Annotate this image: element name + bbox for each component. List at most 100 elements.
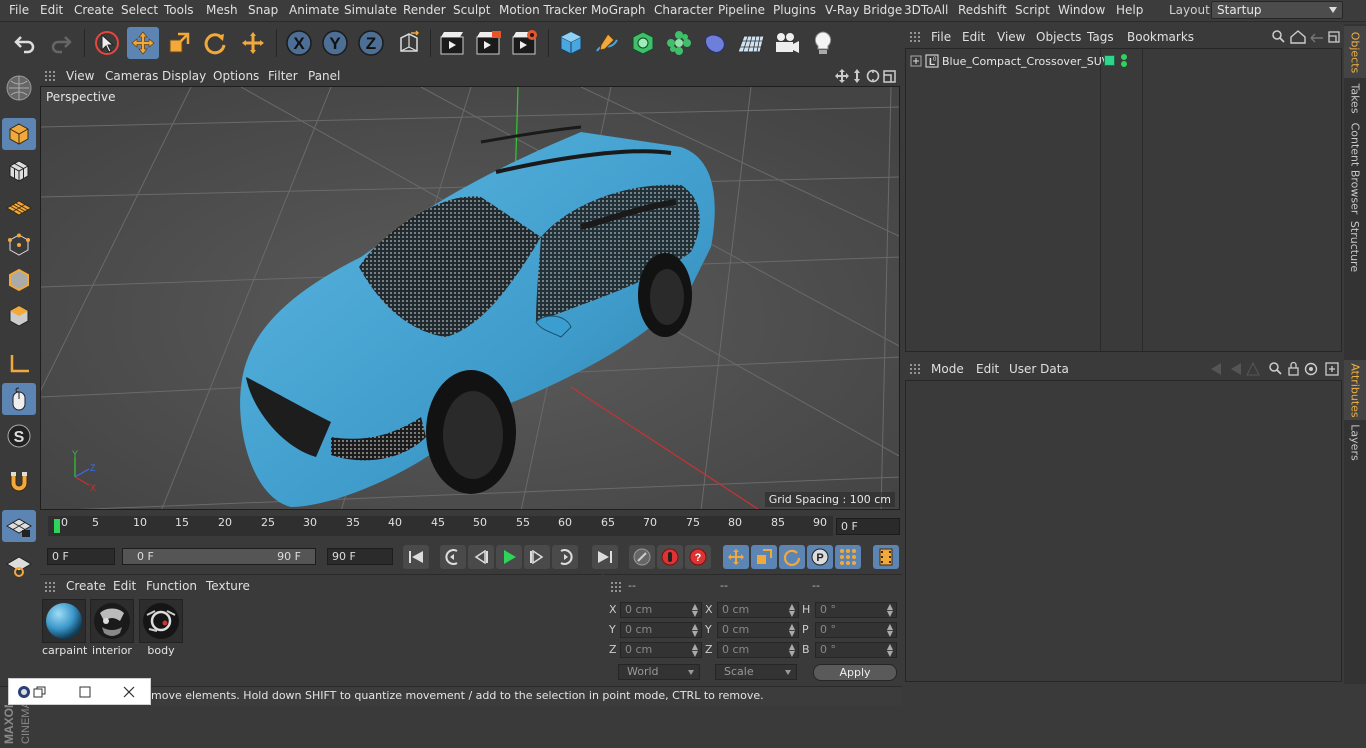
render-to-picture-viewer-button[interactable] [472, 27, 504, 59]
rotate-tool-button[interactable] [199, 27, 231, 59]
position-z-field[interactable]: 0 cm ▲ ▼ [620, 642, 702, 658]
keyframe-selection-button[interactable]: ? [685, 545, 711, 569]
workplane-mode-button[interactable] [2, 192, 36, 224]
attributes-menu-user-data[interactable]: User Data [1009, 362, 1069, 376]
menu-create[interactable]: Create [74, 3, 114, 17]
stepper-icon[interactable]: ▲ ▼ [887, 643, 893, 658]
y-axis-lock-button[interactable]: Y [319, 27, 351, 59]
floor-button[interactable] [735, 27, 767, 59]
expand-icon[interactable] [910, 55, 922, 67]
coordinate-mode-dropdown[interactable]: World [618, 664, 700, 680]
viewport-menu-view[interactable]: View [66, 69, 94, 83]
texture-mode-button[interactable] [2, 155, 36, 187]
menu-character[interactable]: Character [654, 3, 713, 17]
key-rotation-button[interactable] [779, 545, 805, 569]
attributes-menu-edit[interactable]: Edit [976, 362, 999, 376]
stepper-icon[interactable]: ▲ ▼ [692, 623, 698, 638]
record-keys-button[interactable] [629, 545, 655, 569]
menu-select[interactable]: Select [121, 3, 158, 17]
layout-select[interactable]: Startup [1211, 1, 1343, 19]
stepper-icon[interactable]: ▲ ▼ [887, 623, 893, 638]
move-tool-button[interactable] [127, 27, 159, 59]
material-interior[interactable]: interior [90, 599, 134, 657]
menu-vray-bridge[interactable]: V-Ray Bridge [825, 3, 902, 17]
menu-motion-tracker[interactable]: Motion Tracker [499, 3, 587, 17]
render-visibility-dot[interactable] [1121, 61, 1127, 67]
close-icon[interactable] [122, 685, 136, 699]
material-menu-function[interactable]: Function [146, 579, 197, 593]
stepper-icon[interactable]: ▲ ▼ [789, 603, 795, 618]
polygons-mode-button[interactable] [2, 300, 36, 332]
restore-icon[interactable] [33, 686, 47, 698]
material-body[interactable]: body [139, 599, 183, 657]
make-editable-button[interactable] [2, 72, 36, 104]
menu-3dtoall[interactable]: 3DToAll [904, 3, 948, 17]
next-keyframe-button[interactable] [552, 545, 578, 569]
stepper-icon[interactable]: ▲ ▼ [692, 643, 698, 658]
taskbar-window-thumbnail[interactable] [8, 678, 151, 705]
material-menu-texture[interactable]: Texture [206, 579, 250, 593]
objects-menu-view[interactable]: View [997, 30, 1025, 44]
previous-keyframe-button[interactable] [440, 545, 466, 569]
deformer-button[interactable] [699, 27, 731, 59]
maximize-icon[interactable] [78, 685, 92, 699]
material-menu-create[interactable]: Create [66, 579, 106, 593]
menu-animate[interactable]: Animate [289, 3, 339, 17]
size-x-field[interactable]: 0 cm ▲ ▼ [717, 602, 799, 618]
position-y-field[interactable]: 0 cm ▲ ▼ [620, 622, 702, 638]
edges-mode-button[interactable] [2, 264, 36, 296]
workplane-lock-button[interactable] [2, 510, 36, 542]
coordinate-system-button[interactable] [393, 27, 425, 59]
menu-mograph[interactable]: MoGraph [591, 3, 646, 17]
tab-objects[interactable]: Objects [1344, 26, 1366, 78]
visibility-layer-icon[interactable] [1104, 55, 1115, 66]
tab-takes[interactable]: Takes [1344, 80, 1366, 116]
menu-help[interactable]: Help [1116, 3, 1143, 17]
menu-tools[interactable]: Tools [164, 3, 194, 17]
object-manager-tools[interactable] [1271, 29, 1341, 45]
stepper-icon[interactable]: ▲ ▼ [887, 603, 893, 618]
menu-simulate[interactable]: Simulate [344, 3, 397, 17]
attribute-manager-tools[interactable] [1201, 361, 1341, 377]
cube-primitive-button[interactable] [555, 27, 587, 59]
key-parameter-button[interactable]: P [807, 545, 833, 569]
object-row[interactable]: L0 Blue_Compact_Crossover_SUV [908, 53, 1342, 71]
render-settings-button[interactable] [508, 27, 540, 59]
redo-button[interactable] [45, 27, 77, 59]
size-mode-dropdown[interactable]: Scale [715, 664, 797, 680]
rotation-h-field[interactable]: 0 ° ▲ ▼ [815, 602, 897, 618]
tab-structure[interactable]: Structure [1344, 220, 1366, 272]
menu-mesh[interactable]: Mesh [206, 3, 238, 17]
current-frame-field[interactable]: 0 F [836, 518, 900, 535]
rotation-b-field[interactable]: 0 ° ▲ ▼ [815, 642, 897, 658]
go-to-end-button[interactable] [592, 545, 618, 569]
timeline[interactable]: 0 5 10 15 20 25 30 35 40 45 50 55 60 65 … [40, 512, 900, 540]
objects-menu-edit[interactable]: Edit [962, 30, 985, 44]
tweak-mode-button[interactable] [2, 383, 36, 415]
material-menu-edit[interactable]: Edit [113, 579, 136, 593]
rotation-p-field[interactable]: 0 ° ▲ ▼ [815, 622, 897, 638]
magnet-button[interactable] [2, 466, 36, 498]
viewport-menu-filter[interactable]: Filter [268, 69, 298, 83]
render-view-button[interactable] [436, 27, 468, 59]
scale-tool-button[interactable] [163, 27, 195, 59]
previous-frame-button[interactable] [468, 545, 494, 569]
tab-layers[interactable]: Layers [1344, 422, 1366, 462]
viewport-menu-display[interactable]: Display [162, 69, 206, 83]
viewport-menu-options[interactable]: Options [213, 69, 259, 83]
menu-redshift[interactable]: Redshift [958, 3, 1007, 17]
timeline-ruler[interactable]: 0 5 10 15 20 25 30 35 40 45 50 55 60 65 … [48, 516, 833, 536]
points-mode-button[interactable] [2, 229, 36, 261]
object-manager-list[interactable]: L0 Blue_Compact_Crossover_SUV [905, 48, 1342, 352]
viewport-menu-panel[interactable]: Panel [308, 69, 340, 83]
model-mode-button[interactable] [2, 118, 36, 150]
go-to-start-button[interactable] [403, 545, 429, 569]
start-frame-field[interactable]: 0 F [47, 548, 115, 565]
recent-tool-button[interactable] [237, 27, 269, 59]
material-carpaint[interactable]: carpaint [42, 599, 87, 657]
axis-mode-button[interactable] [2, 348, 36, 380]
key-position-button[interactable] [723, 545, 749, 569]
position-x-field[interactable]: 0 cm ▲ ▼ [620, 602, 702, 618]
menu-script[interactable]: Script [1015, 3, 1050, 17]
subdivision-surface-button[interactable] [627, 27, 659, 59]
